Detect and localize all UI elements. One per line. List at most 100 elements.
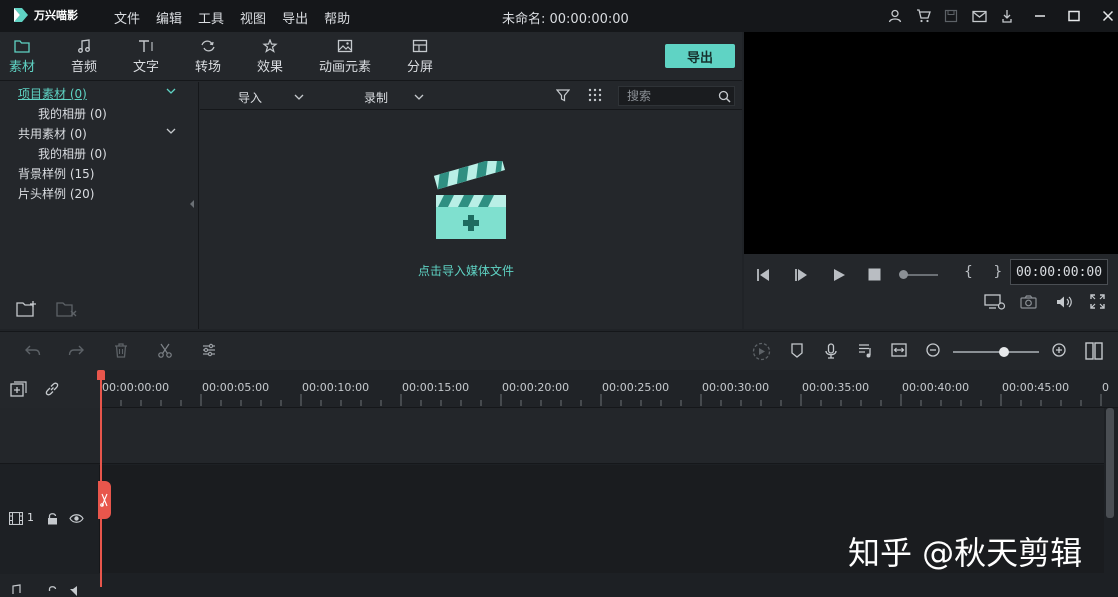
step-forward-icon[interactable] bbox=[794, 268, 808, 282]
zoom-out-icon[interactable] bbox=[926, 343, 940, 357]
menu-file[interactable]: 文件 bbox=[114, 8, 140, 27]
mark-in-out-brackets[interactable]: { } bbox=[964, 264, 1010, 280]
tab-media[interactable]: 素材 bbox=[9, 39, 35, 75]
preview-window[interactable] bbox=[744, 32, 1118, 254]
audio-track-icon bbox=[9, 584, 23, 597]
watermark-text: 知乎 @秋天剪辑 bbox=[848, 534, 1083, 572]
account-icon[interactable] bbox=[886, 7, 904, 25]
ruler-label: 00:00:30:00 bbox=[702, 381, 770, 394]
search-input[interactable] bbox=[619, 89, 711, 103]
tree-item-label: 我的相册 (0) bbox=[38, 107, 107, 121]
play-icon[interactable] bbox=[832, 268, 846, 282]
microphone-icon[interactable] bbox=[824, 343, 838, 359]
tab-effects[interactable]: 效果 bbox=[257, 39, 283, 75]
volume-icon[interactable] bbox=[69, 585, 84, 597]
tree-item-intro-samples[interactable]: 片头样例 (20) bbox=[18, 185, 94, 202]
tab-text[interactable]: 文字 bbox=[133, 39, 159, 75]
new-folder-icon[interactable] bbox=[16, 300, 38, 318]
ruler-label: 00:00:10:00 bbox=[302, 381, 370, 394]
timeline-toolbar bbox=[0, 331, 1118, 370]
mail-icon[interactable] bbox=[970, 7, 988, 25]
export-button[interactable]: 导出 bbox=[665, 44, 735, 68]
eye-icon[interactable] bbox=[69, 513, 84, 524]
display-settings-icon[interactable] bbox=[984, 294, 1006, 310]
timeline-zoom-slider[interactable] bbox=[953, 351, 1039, 353]
cart-icon[interactable] bbox=[914, 7, 932, 25]
close-icon[interactable] bbox=[1099, 7, 1117, 25]
tab-media-label: 素材 bbox=[9, 60, 36, 75]
tree-item-my-album-shared[interactable]: 我的相册 (0) bbox=[38, 145, 107, 162]
volume-icon[interactable] bbox=[1056, 295, 1073, 309]
lock-icon[interactable] bbox=[47, 585, 58, 597]
minimize-icon[interactable] bbox=[1031, 7, 1049, 25]
tab-transition[interactable]: 转场 bbox=[195, 39, 221, 75]
search-icon[interactable] bbox=[718, 90, 731, 103]
split-screen-icon bbox=[412, 39, 428, 53]
tab-split-screen[interactable]: 分屏 bbox=[407, 39, 433, 75]
menu-edit[interactable]: 编辑 bbox=[156, 8, 182, 27]
clapperboard-icon[interactable] bbox=[432, 161, 508, 243]
playback-progress-handle[interactable] bbox=[899, 270, 908, 279]
timeline-vertical-scrollbar[interactable] bbox=[1106, 408, 1114, 518]
library-toolbar: 导入 录制 bbox=[200, 82, 742, 110]
menu-view[interactable]: 视图 bbox=[240, 8, 266, 27]
redo-icon[interactable] bbox=[68, 343, 84, 357]
playhead-marker[interactable] bbox=[97, 370, 105, 380]
playhead-grip[interactable] bbox=[98, 481, 111, 519]
titlebar-icon-group bbox=[886, 7, 1016, 25]
adjust-icon[interactable] bbox=[202, 343, 216, 357]
render-preview-icon[interactable] bbox=[752, 342, 771, 361]
chevron-down-icon bbox=[294, 94, 304, 101]
delete-icon[interactable] bbox=[114, 343, 128, 358]
zoom-in-icon[interactable] bbox=[1052, 343, 1066, 357]
cut-icon[interactable] bbox=[158, 343, 172, 358]
timeline-empty-track[interactable] bbox=[0, 408, 1104, 464]
fullscreen-icon[interactable] bbox=[1090, 294, 1105, 309]
app-name: 万兴喵影 bbox=[34, 9, 78, 22]
panel-layout-icon[interactable] bbox=[1085, 342, 1103, 360]
tree-item-project-media[interactable]: 项目素材 (0) bbox=[18, 85, 87, 102]
camera-icon[interactable] bbox=[1020, 295, 1037, 309]
fit-timeline-icon[interactable] bbox=[891, 343, 907, 357]
tree-item-label: 背景样例 (15) bbox=[18, 167, 95, 181]
tab-transition-label: 转场 bbox=[195, 60, 222, 75]
tree-item-my-album[interactable]: 我的相册 (0) bbox=[38, 105, 107, 122]
timeline-zoom-handle[interactable] bbox=[999, 347, 1009, 357]
tab-elements[interactable]: 动画元素 bbox=[319, 39, 371, 75]
stop-icon[interactable] bbox=[868, 268, 881, 281]
chevron-down-icon[interactable] bbox=[166, 128, 176, 135]
chevron-down-icon[interactable] bbox=[166, 88, 176, 95]
video-track-header: 1 bbox=[0, 465, 100, 573]
import-media-hint[interactable]: 点击导入媒体文件 bbox=[418, 262, 514, 279]
collapse-panel-icon[interactable] bbox=[190, 200, 195, 208]
app-logo-icon bbox=[12, 6, 30, 24]
media-drop-area[interactable]: 点击导入媒体文件 bbox=[200, 111, 742, 329]
timeline-ruler[interactable]: 00:00:00:00 00:00:05:00 00:00:10:00 00:0… bbox=[100, 370, 1118, 408]
marker-icon[interactable] bbox=[790, 343, 804, 358]
menu-help[interactable]: 帮助 bbox=[324, 8, 350, 27]
ruler-label: 00:00:20:00 bbox=[502, 381, 570, 394]
menu-tools[interactable]: 工具 bbox=[198, 8, 224, 27]
ruler-label: 00:00:35:00 bbox=[802, 381, 870, 394]
link-icon[interactable] bbox=[44, 381, 60, 397]
film-strip-icon bbox=[9, 512, 23, 525]
tree-item-background-samples[interactable]: 背景样例 (15) bbox=[18, 165, 94, 182]
lock-icon[interactable] bbox=[47, 512, 58, 525]
maximize-icon[interactable] bbox=[1065, 7, 1083, 25]
search-box bbox=[618, 86, 735, 106]
undo-icon[interactable] bbox=[25, 343, 41, 357]
filter-icon[interactable] bbox=[556, 88, 570, 102]
save-icon[interactable] bbox=[942, 7, 960, 25]
add-track-icon[interactable] bbox=[10, 381, 28, 397]
step-back-icon[interactable] bbox=[756, 268, 770, 282]
grid-view-icon[interactable] bbox=[588, 88, 602, 102]
record-dropdown[interactable]: 录制 bbox=[364, 89, 424, 106]
playhead-line[interactable] bbox=[100, 370, 102, 587]
audio-mixer-icon[interactable] bbox=[858, 343, 874, 358]
delete-folder-icon[interactable] bbox=[56, 300, 78, 318]
tab-audio[interactable]: 音频 bbox=[71, 39, 97, 75]
import-dropdown[interactable]: 导入 bbox=[238, 89, 304, 106]
download-icon[interactable] bbox=[998, 7, 1016, 25]
menu-export[interactable]: 导出 bbox=[282, 8, 308, 27]
tree-item-shared-media[interactable]: 共用素材 (0) bbox=[18, 125, 87, 142]
